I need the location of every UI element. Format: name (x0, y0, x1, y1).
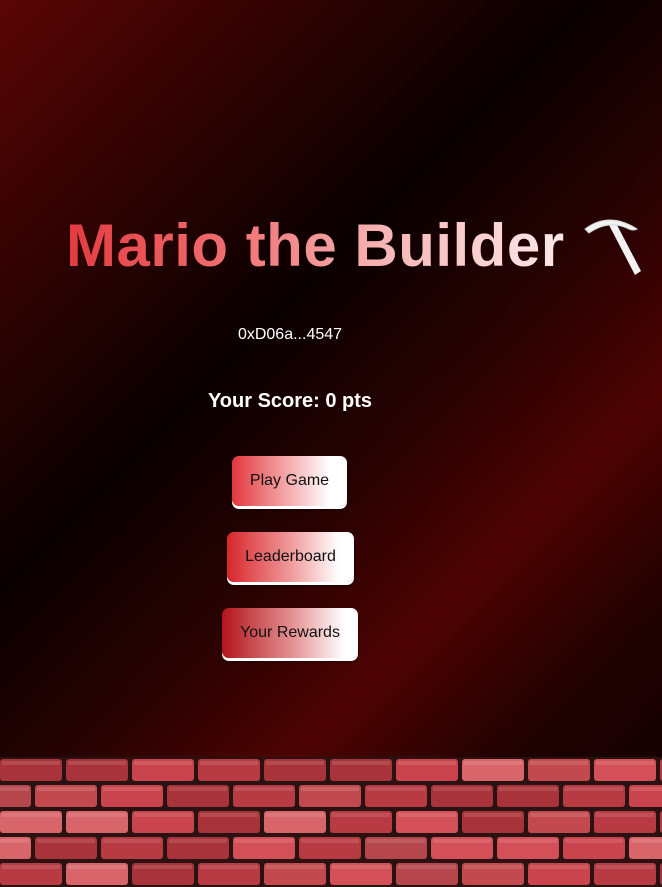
brick-highlight (200, 761, 258, 765)
brick-highlight (169, 839, 227, 843)
brick-highlight (134, 813, 192, 817)
leaderboard-button[interactable]: Leaderboard (227, 532, 354, 582)
game-title: Mario the Builder (66, 211, 565, 279)
brick-highlight (433, 839, 491, 843)
title-row: Mario the Builder (66, 205, 656, 285)
brick-highlight (0, 839, 29, 843)
brick-highlight (499, 787, 557, 791)
brick-highlight (2, 813, 60, 817)
brick-highlight (565, 787, 623, 791)
brick-highlight (235, 839, 293, 843)
brick-highlight (169, 787, 227, 791)
brick-highlight (530, 813, 588, 817)
brick-highlight (398, 865, 456, 869)
brick-highlight (301, 839, 359, 843)
brick-highlight (103, 787, 161, 791)
brick-highlight (2, 865, 60, 869)
rewards-button[interactable]: Your Rewards (222, 608, 358, 658)
brick-highlight (235, 787, 293, 791)
brick-highlight (530, 761, 588, 765)
brick-highlight (367, 787, 425, 791)
brick-highlight (332, 813, 390, 817)
play-game-button[interactable]: Play Game (232, 456, 347, 506)
brick-wall (0, 757, 662, 887)
brick-highlight (464, 761, 522, 765)
brick-highlight (565, 839, 623, 843)
brick-wall-pattern (0, 759, 662, 885)
wallet-address: 0xD06a...4547 (237, 326, 343, 343)
brick-highlight (596, 865, 654, 869)
brick-highlight (266, 865, 324, 869)
brick-highlight (398, 813, 456, 817)
brick-highlight (103, 839, 161, 843)
pickaxe-icon (579, 213, 643, 277)
brick-highlight (200, 865, 258, 869)
brick-highlight (0, 787, 29, 791)
brick-highlight (301, 787, 359, 791)
brick-highlight (433, 787, 491, 791)
brick-highlight (332, 865, 390, 869)
brick-highlight (68, 813, 126, 817)
brick-highlight (134, 865, 192, 869)
brick-highlight (499, 839, 557, 843)
brick-highlight (37, 787, 95, 791)
brick-highlight (631, 787, 662, 791)
brick-highlight (2, 761, 60, 765)
brick-highlight (68, 761, 126, 765)
brick-highlight (200, 813, 258, 817)
brick-highlight (398, 761, 456, 765)
brick-highlight (37, 839, 95, 843)
brick-highlight (266, 813, 324, 817)
brick-highlight (134, 761, 192, 765)
brick-highlight (596, 761, 654, 765)
brick-highlight (530, 865, 588, 869)
brick-highlight (266, 761, 324, 765)
brick-highlight (332, 761, 390, 765)
brick-highlight (464, 813, 522, 817)
brick-highlight (68, 865, 126, 869)
brick-highlight (367, 839, 425, 843)
score-display: Your Score: 0 pts (207, 390, 373, 412)
brick-highlight (631, 839, 662, 843)
brick-highlight (464, 865, 522, 869)
brick-highlight (596, 813, 654, 817)
